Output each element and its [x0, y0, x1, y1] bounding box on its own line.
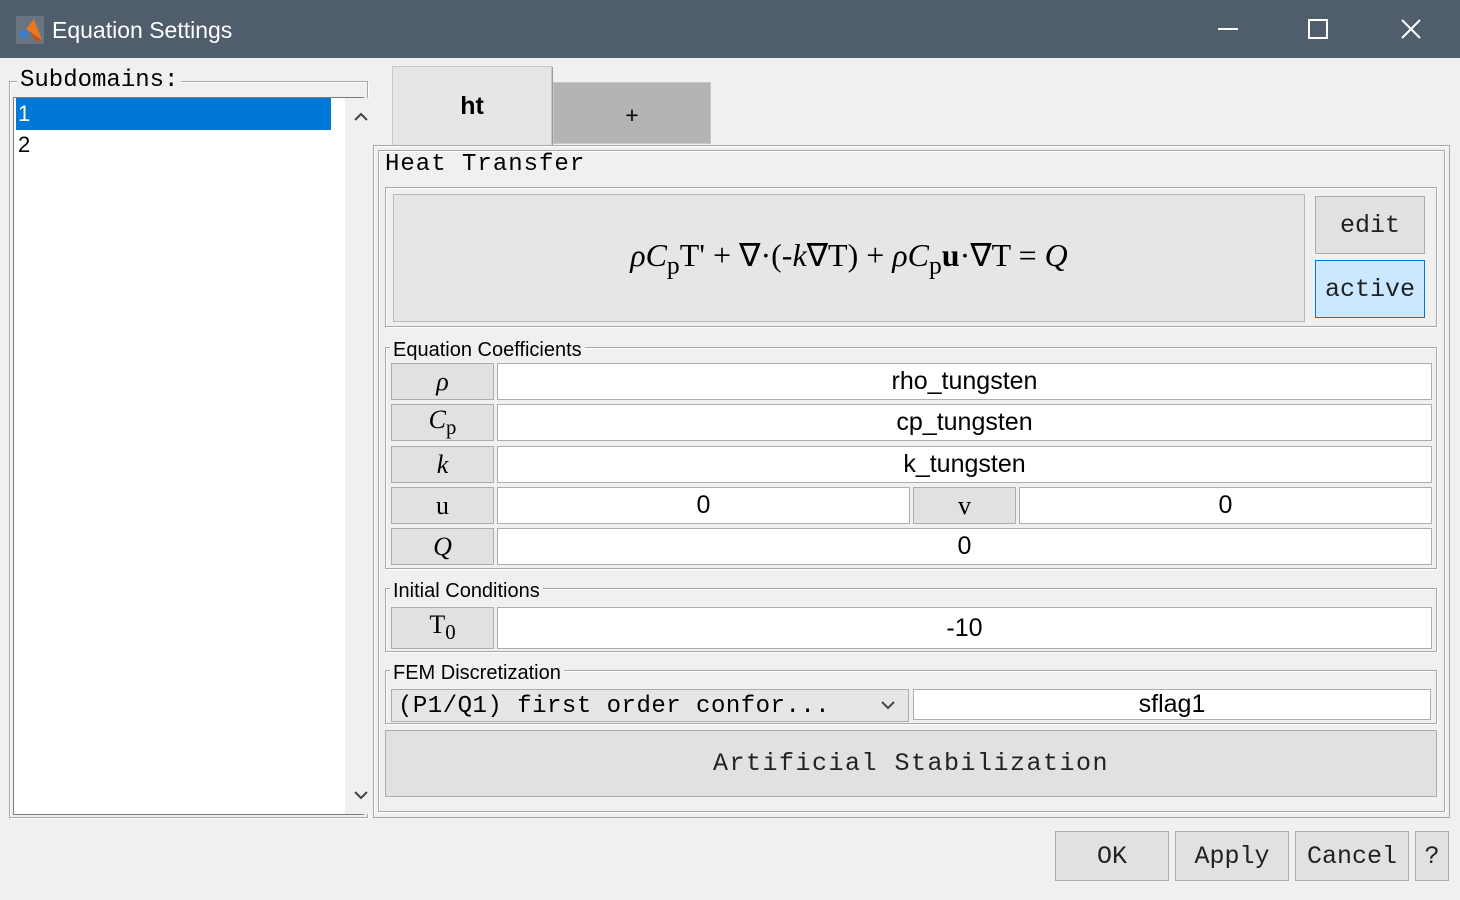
title-bar: Equation Settings: [0, 0, 1460, 58]
matlab-logo-icon: [16, 16, 44, 44]
tab-ht-label: ht: [460, 91, 484, 120]
scroll-up-button[interactable]: [351, 108, 371, 129]
t0-field[interactable]: -10: [497, 607, 1432, 649]
v-field[interactable]: 0: [1019, 487, 1432, 524]
rho-field[interactable]: rho_tungsten: [497, 363, 1432, 400]
heat-transfer-label: Heat Transfer: [382, 153, 589, 177]
equation-display: ρCpT' + ∇·(-k∇T) + ρCpu·∇T = Q: [393, 194, 1305, 322]
t0-label: T0: [391, 607, 494, 649]
artificial-stabilization-button[interactable]: Artificial Stabilization: [385, 730, 1437, 797]
window-title: Equation Settings: [52, 17, 233, 43]
u-label: u: [391, 487, 494, 524]
tab-ht[interactable]: ht: [392, 66, 552, 146]
scroll-down-button[interactable]: [351, 788, 371, 809]
u-field[interactable]: 0: [497, 487, 910, 524]
close-icon: [1401, 19, 1421, 39]
minimize-icon: [1218, 28, 1238, 30]
subdomain-item[interactable]: 1: [16, 98, 331, 130]
edit-button[interactable]: edit: [1315, 196, 1425, 254]
v-label: v: [913, 487, 1016, 524]
ok-button[interactable]: OK: [1055, 831, 1169, 881]
fem-order-dropdown[interactable]: (P1/Q1) first order confor...: [391, 689, 909, 722]
k-label: k: [391, 446, 494, 483]
chevron-down-icon: [354, 791, 368, 800]
cancel-button[interactable]: Cancel: [1295, 831, 1409, 881]
q-field[interactable]: 0: [497, 528, 1432, 565]
chevron-down-icon: [878, 698, 898, 719]
chevron-up-icon: [354, 112, 368, 121]
tab-add[interactable]: +: [553, 82, 711, 144]
q-label: Q: [391, 528, 494, 565]
maximize-icon: [1308, 19, 1328, 39]
minimize-button[interactable]: [1182, 0, 1274, 58]
cp-label: Cp: [391, 404, 494, 441]
apply-button[interactable]: Apply: [1175, 831, 1289, 881]
active-button[interactable]: active: [1315, 260, 1425, 318]
close-button[interactable]: [1365, 0, 1457, 58]
sflag-field[interactable]: sflag1: [913, 689, 1431, 720]
maximize-button[interactable]: [1272, 0, 1364, 58]
fem-label: FEM Discretization: [390, 663, 564, 683]
help-button[interactable]: ?: [1415, 831, 1449, 881]
subdomains-label: Subdomains:: [17, 69, 182, 93]
tab-add-label: +: [625, 101, 639, 128]
rho-label: ρ: [391, 363, 494, 400]
subdomain-item[interactable]: 2: [16, 129, 331, 161]
subdomain-listbox[interactable]: 1 2: [13, 97, 377, 815]
coefficients-label: Equation Coefficients: [390, 340, 585, 360]
k-field[interactable]: k_tungsten: [497, 446, 1432, 483]
cp-field[interactable]: cp_tungsten: [497, 404, 1432, 441]
initial-conditions-label: Initial Conditions: [390, 581, 543, 601]
fem-order-value: (P1/Q1) first order confor...: [398, 693, 831, 720]
